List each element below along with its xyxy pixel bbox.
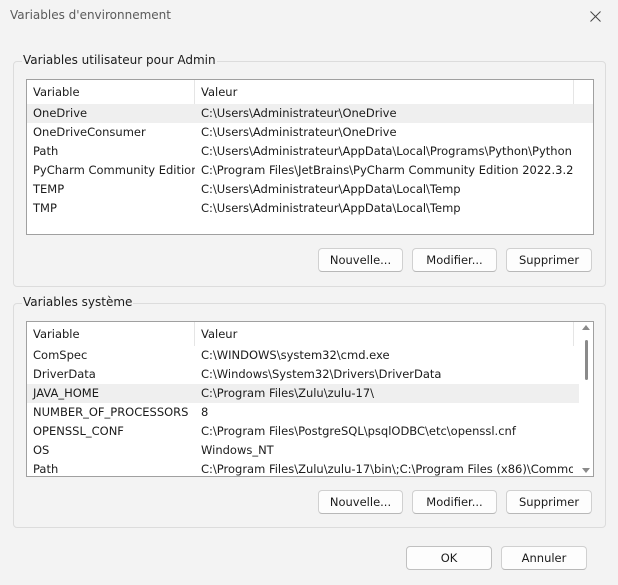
variable-name: OPENSSL_CONF: [33, 424, 124, 438]
system-delete-button[interactable]: Supprimer: [506, 490, 592, 514]
user-edit-button[interactable]: Modifier...: [412, 248, 497, 272]
variable-name: ComSpec: [33, 348, 88, 362]
close-icon: [589, 10, 601, 22]
variable-name: OneDrive: [33, 106, 88, 120]
list-item[interactable]: NUMBER_OF_PROCESSORS 8: [27, 403, 593, 422]
column-header-value[interactable]: Valeur: [195, 80, 574, 104]
list-item[interactable]: TEMP C:\Users\Administrateur\AppData\Loca…: [27, 180, 593, 199]
list-item[interactable]: PyCharm Community Edition C:\Program File…: [27, 161, 593, 180]
user-variables-group: Variables utilisateur pour Admin Variabl…: [13, 53, 606, 287]
system-edit-button[interactable]: Modifier...: [412, 490, 497, 514]
list-item[interactable]: OneDriveConsumer C:\Users\Administrateur\…: [27, 123, 593, 142]
system-rows: ComSpec C:\WINDOWS\system32\cmd.exe Driver…: [27, 346, 593, 476]
scroll-thumb[interactable]: [585, 340, 588, 380]
list-item[interactable]: JAVA_HOME C:\Program Files\Zulu\zulu-17\: [27, 384, 593, 403]
environment-variables-dialog: Variables d'environnement Variables util…: [0, 0, 618, 585]
ok-button[interactable]: OK: [406, 546, 492, 570]
variable-value: C:\Users\Administrateur\AppData\Local\Pr…: [201, 144, 573, 158]
variable-name: OneDriveConsumer: [33, 125, 146, 139]
close-button[interactable]: [572, 0, 618, 32]
list-item[interactable]: ComSpec C:\WINDOWS\system32\cmd.exe: [27, 346, 593, 365]
window-title: Variables d'environnement: [10, 8, 171, 22]
variable-name: DriverData: [33, 367, 96, 381]
variable-value: C:\WINDOWS\system32\cmd.exe: [201, 348, 390, 362]
list-item[interactable]: DriverData C:\Windows\System32\Drivers\Dr…: [27, 365, 593, 384]
variable-name: OS: [33, 443, 50, 457]
variable-value: C:\Program Files\JetBrains\PyCharm Commu…: [201, 163, 573, 177]
variable-value: C:\Users\Administrateur\AppData\Local\Te…: [201, 201, 461, 215]
variable-name: TMP: [33, 201, 57, 215]
variable-name: Path: [33, 462, 59, 476]
list-item[interactable]: TMP C:\Users\Administrateur\AppData\Local…: [27, 199, 593, 218]
list-item[interactable]: Path C:\Program Files\Zulu\zulu-17\bin\;C…: [27, 460, 593, 476]
variable-name: TEMP: [33, 182, 65, 196]
variable-value: C:\Users\Administrateur\OneDrive: [201, 125, 397, 139]
list-item[interactable]: OPENSSL_CONF C:\Program Files\PostgreSQL\…: [27, 422, 593, 441]
variable-value: 8: [201, 405, 209, 419]
cancel-button[interactable]: Annuler: [501, 546, 587, 570]
variable-value: Windows_NT: [201, 443, 274, 457]
scroll-up-icon[interactable]: [582, 325, 590, 330]
variable-name: PyCharm Community Edition: [33, 163, 195, 177]
variable-value: C:\Windows\System32\Drivers\DriverData: [201, 367, 442, 381]
user-variables-list[interactable]: Variable Valeur OneDrive C:\Users\Adminis…: [26, 79, 594, 235]
column-header-variable[interactable]: Variable: [27, 322, 195, 346]
list-item[interactable]: OS Windows_NT: [27, 441, 593, 460]
variable-name: JAVA_HOME: [33, 386, 99, 400]
variable-value: C:\Program Files\Zulu\zulu-17\bin\;C:\Pr…: [201, 462, 573, 476]
system-new-button[interactable]: Nouvelle...: [318, 490, 403, 514]
list-item[interactable]: OneDrive C:\Users\Administrateur\OneDrive: [27, 104, 593, 123]
user-new-button[interactable]: Nouvelle...: [318, 248, 403, 272]
variable-value: C:\Program Files\Zulu\zulu-17\: [201, 386, 375, 400]
user-variables-label: Variables utilisateur pour Admin: [22, 53, 217, 67]
scroll-down-icon[interactable]: [582, 468, 590, 473]
variable-name: NUMBER_OF_PROCESSORS: [33, 405, 189, 419]
column-header-value[interactable]: Valeur: [195, 322, 574, 346]
system-variables-group: Variables système Variable Valeur ComSpe…: [13, 295, 606, 528]
list-item[interactable]: Path C:\Users\Administrateur\AppData\Loca…: [27, 142, 593, 161]
system-variables-list[interactable]: Variable Valeur ComSpec C:\WINDOWS\system…: [26, 321, 594, 477]
variable-value: C:\Users\Administrateur\AppData\Local\Te…: [201, 182, 461, 196]
user-delete-button[interactable]: Supprimer: [506, 248, 592, 272]
variable-value: C:\Program Files\PostgreSQL\psqlODBC\etc…: [201, 424, 516, 438]
variable-name: Path: [33, 144, 59, 158]
user-rows: OneDrive C:\Users\Administrateur\OneDrive…: [27, 104, 593, 218]
system-list-header: Variable Valeur: [27, 322, 593, 346]
title-bar: Variables d'environnement: [0, 0, 618, 32]
user-list-header: Variable Valeur: [27, 80, 593, 104]
system-variables-label: Variables système: [22, 295, 134, 309]
column-header-variable[interactable]: Variable: [27, 80, 195, 104]
system-list-scrollbar[interactable]: [579, 322, 593, 476]
variable-value: C:\Users\Administrateur\OneDrive: [201, 106, 397, 120]
